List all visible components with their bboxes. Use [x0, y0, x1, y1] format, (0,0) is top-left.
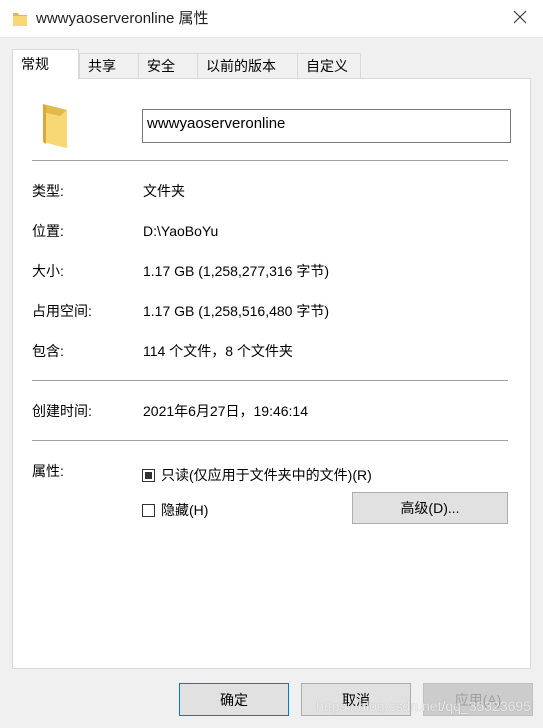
window-title: wwwyaoserveronline 属性	[36, 10, 209, 27]
hidden-checkbox[interactable]	[142, 503, 155, 517]
apply-button[interactable]: 应用(A)	[423, 683, 533, 716]
size-on-disk-label: 占用空间:	[32, 303, 92, 319]
created-value: 2021年6月27日，19:46:14	[143, 403, 308, 419]
location-value: D:\YaoBoYu	[143, 223, 219, 239]
cancel-button[interactable]: 取消	[301, 683, 411, 716]
advanced-button[interactable]: 高级(D)...	[352, 492, 508, 524]
tab-previous-versions[interactable]: 以前的版本	[197, 53, 298, 78]
contains-value: 114 个文件，8 个文件夹	[143, 343, 293, 359]
folder-icon	[12, 10, 28, 28]
separator	[32, 160, 508, 161]
separator	[32, 440, 508, 441]
location-label: 位置:	[32, 223, 64, 239]
readonly-checkbox[interactable]	[142, 468, 155, 482]
folder-name-input[interactable]	[142, 109, 511, 143]
type-label: 类型:	[32, 183, 64, 199]
hidden-checkbox-row[interactable]: 隐藏(H)	[142, 500, 208, 520]
type-value: 文件夹	[143, 183, 185, 199]
readonly-checkbox-row[interactable]: 只读(仅应用于文件夹中的文件)(R)	[142, 465, 372, 485]
general-panel	[12, 78, 531, 669]
tab-customize[interactable]: 自定义	[297, 53, 361, 78]
tab-strip: 常规 共享 安全 以前的版本 自定义	[12, 49, 532, 79]
tab-security[interactable]: 安全	[138, 53, 198, 78]
close-button[interactable]	[497, 0, 543, 38]
tab-general[interactable]: 常规	[12, 49, 79, 79]
created-label: 创建时间:	[32, 403, 92, 419]
attributes-label: 属性:	[32, 463, 64, 479]
contains-label: 包含:	[32, 343, 64, 359]
title-bar: wwwyaoserveronline 属性	[0, 0, 543, 38]
ok-button[interactable]: 确定	[179, 683, 289, 716]
readonly-label: 只读(仅应用于文件夹中的文件)(R)	[161, 467, 372, 483]
tab-sharing[interactable]: 共享	[79, 53, 139, 78]
hidden-label: 隐藏(H)	[161, 502, 209, 518]
size-value: 1.17 GB (1,258,277,316 字节)	[143, 263, 329, 279]
size-label: 大小:	[32, 263, 64, 279]
size-on-disk-value: 1.17 GB (1,258,516,480 字节)	[143, 303, 329, 319]
separator	[32, 380, 508, 381]
folder-icon	[40, 102, 70, 150]
close-icon	[513, 10, 527, 29]
